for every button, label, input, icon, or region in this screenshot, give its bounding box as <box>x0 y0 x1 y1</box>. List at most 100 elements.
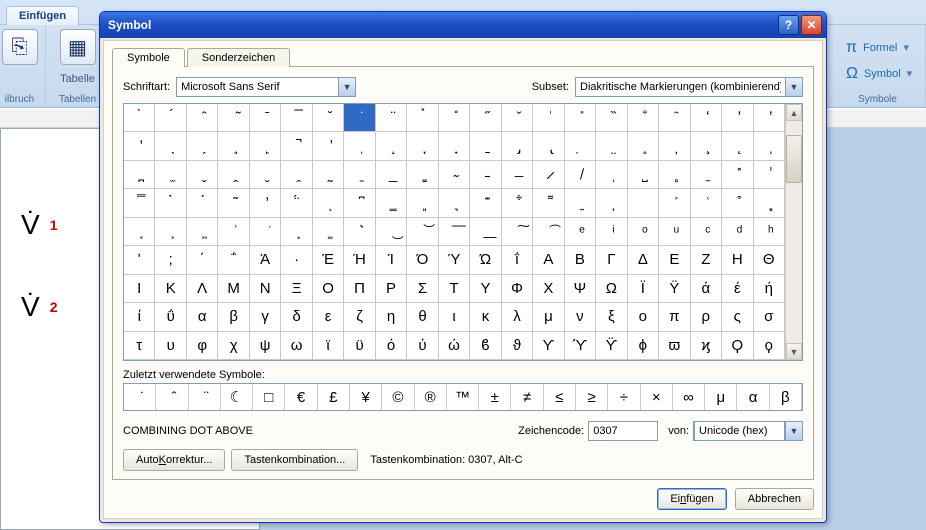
cancel-button[interactable]: Abbrechen <box>735 488 814 510</box>
recent-cell[interactable]: × <box>641 384 673 410</box>
symbol-cell[interactable]: ͌ <box>533 189 564 217</box>
symbol-cell[interactable]: ̹ <box>596 161 627 189</box>
symbol-cell[interactable]: π <box>659 303 690 331</box>
symbol-cell[interactable]: β <box>218 303 249 331</box>
recent-cell[interactable]: ∞ <box>673 384 705 410</box>
symbol-cell[interactable]: Ϋ <box>659 275 690 303</box>
code-input[interactable] <box>588 421 658 441</box>
symbol-cell[interactable]: έ <box>722 275 753 303</box>
insert-button[interactable]: Einfügen <box>657 488 726 510</box>
symbol-cell[interactable]: ̃ <box>218 104 249 132</box>
chevron-down-icon[interactable]: ▼ <box>785 78 802 96</box>
symbol-cell[interactable]: ϊ <box>313 332 344 360</box>
symbol-cell[interactable]: ά <box>691 275 722 303</box>
symbol-cell[interactable]: ͉ <box>439 189 470 217</box>
symbol-cell[interactable]: ͗ <box>218 218 249 246</box>
symbol-cell[interactable]: ϓ <box>565 332 596 360</box>
symbol-cell[interactable]: Ν <box>250 275 281 303</box>
symbol-cell[interactable]: ̶ <box>502 161 533 189</box>
symbol-cell[interactable]: ̗ <box>187 132 218 160</box>
symbol-cell[interactable]: δ <box>281 303 312 331</box>
recent-cell[interactable]: € <box>285 384 317 410</box>
symbol-cell[interactable]: Ϊ <box>628 275 659 303</box>
symbol-cell[interactable]: ώ <box>439 332 470 360</box>
recent-cell[interactable]: ☾ <box>221 384 253 410</box>
symbol-cell[interactable]: ͎ <box>596 189 627 217</box>
symbol-cell[interactable]: ̔ <box>754 104 785 132</box>
symbol-cell[interactable]: Μ <box>218 275 249 303</box>
symbol-cell[interactable]: ϔ <box>596 332 627 360</box>
recent-cell[interactable]: ± <box>479 384 511 410</box>
titlebar[interactable]: Symbol ? ✕ <box>100 12 826 38</box>
symbol-cell[interactable]: σ <box>754 303 785 331</box>
symbol-cell[interactable]: ̧ <box>691 132 722 160</box>
symbol-cell[interactable]: ̙ <box>250 132 281 160</box>
symbol-cell[interactable]: ̒ <box>691 104 722 132</box>
symbol-cell[interactable]: ͟ <box>470 218 501 246</box>
symbol-cell[interactable]: ͧ <box>659 218 690 246</box>
symbol-cell[interactable]: ̐ <box>628 104 659 132</box>
symbol-cell[interactable]: ̌ <box>502 104 533 132</box>
symbol-cell[interactable]: ̱ <box>344 161 375 189</box>
symbol-cell[interactable]: ̂ <box>187 104 218 132</box>
symbol-cell[interactable]: ι <box>439 303 470 331</box>
symbol-cell[interactable]: ̴ <box>439 161 470 189</box>
symbol-cell[interactable]: Ύ <box>439 246 470 274</box>
symbol-cell[interactable]: Υ <box>470 275 501 303</box>
symbol-cell[interactable]: ̘ <box>218 132 249 160</box>
symbol-cell[interactable]: ͑ <box>691 189 722 217</box>
symbol-cell[interactable]: η <box>376 303 407 331</box>
help-button[interactable]: ? <box>778 15 799 35</box>
tastenkombination-button[interactable]: Tastenkombination... <box>231 449 358 471</box>
symbol-cell[interactable]: ̇ <box>344 104 375 132</box>
scroll-up-icon[interactable]: ▲ <box>786 104 802 121</box>
symbol-cell[interactable]: Ε <box>659 246 690 274</box>
symbol-cell[interactable]: ͆ <box>344 189 375 217</box>
table-icon[interactable]: ▦ <box>60 29 96 65</box>
symbol-cell[interactable]: ̟ <box>439 132 470 160</box>
formel-button[interactable]: π Formel ▾ <box>840 36 915 60</box>
symbol-cell[interactable]: ́ <box>155 104 186 132</box>
symbol-cell[interactable]: χ <box>218 332 249 360</box>
symbol-cell[interactable]: υ <box>155 332 186 360</box>
symbol-cell[interactable]: ̡ <box>502 132 533 160</box>
symbol-cell[interactable]: ͈ <box>407 189 438 217</box>
symbol-cell[interactable]: ̫ <box>155 161 186 189</box>
page-break-icon[interactable]: ⎘ <box>2 29 38 65</box>
symbol-cell[interactable]: ̾ <box>754 161 785 189</box>
recent-cell[interactable]: μ <box>705 384 737 410</box>
symbol-cell[interactable]: ω <box>281 332 312 360</box>
symbol-cell[interactable]: ̎ <box>565 104 596 132</box>
symbol-cell[interactable]: ͡ <box>533 218 564 246</box>
symbol-cell[interactable]: ί <box>124 303 155 331</box>
symbol-cell[interactable]: ̯ <box>281 161 312 189</box>
symbol-cell[interactable]: ͞ <box>439 218 470 246</box>
symbol-cell[interactable]: ̵ <box>470 161 501 189</box>
grid-scrollbar[interactable]: ▲ ▼ <box>785 104 802 360</box>
recent-cell[interactable]: ̂ <box>156 384 188 410</box>
symbol-cell[interactable]: τ <box>124 332 155 360</box>
symbol-cell[interactable]: ξ <box>596 303 627 331</box>
symbol-cell[interactable]: ͂ <box>218 189 249 217</box>
symbol-cell[interactable]: Θ <box>754 246 785 274</box>
symbol-cell[interactable]: ̈́ <box>281 189 312 217</box>
symbol-cell[interactable]: ͛ <box>344 218 375 246</box>
symbol-cell[interactable]: ̳ <box>407 161 438 189</box>
symbol-cell[interactable]: ͚ <box>313 218 344 246</box>
symbol-cell[interactable]: ̻ <box>659 161 690 189</box>
symbol-cell[interactable]: ϕ <box>628 332 659 360</box>
symbol-cell[interactable]: ͅ <box>313 189 344 217</box>
symbol-cell[interactable]: ́ <box>187 189 218 217</box>
symbol-cell[interactable]: ̬ <box>187 161 218 189</box>
symbol-cell[interactable]: ̠ <box>470 132 501 160</box>
scroll-thumb[interactable] <box>786 135 802 183</box>
recent-cell[interactable]: ® <box>415 384 447 410</box>
symbol-cell[interactable]: ͨ <box>691 218 722 246</box>
symbol-cell[interactable]: Ο <box>313 275 344 303</box>
from-input[interactable] <box>694 421 785 441</box>
symbol-cell[interactable]: ͥ <box>596 218 627 246</box>
symbol-cell[interactable]: ʹ <box>124 246 155 274</box>
symbol-cell[interactable]: ̈ <box>376 104 407 132</box>
symbol-cell[interactable]: Χ <box>533 275 564 303</box>
symbol-cell[interactable]: Η <box>722 246 753 274</box>
